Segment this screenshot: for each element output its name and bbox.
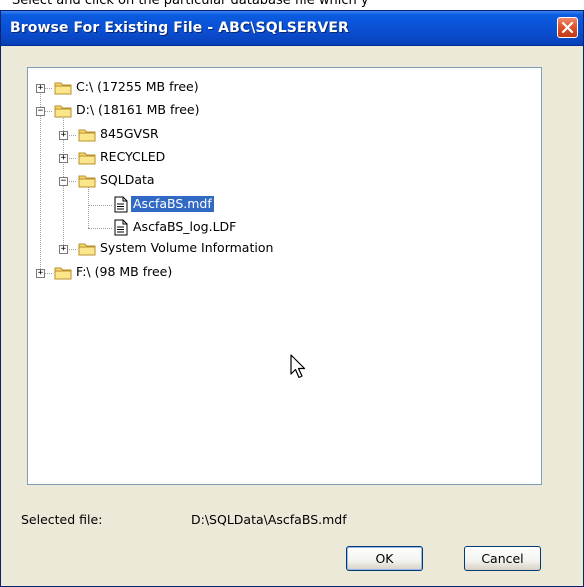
- folder-icon: [78, 152, 96, 165]
- title-bar[interactable]: Browse For Existing File - ABC\SQLSERVER: [1, 11, 583, 46]
- collapse-toggle[interactable]: −: [59, 177, 68, 186]
- file-icon: [114, 196, 128, 213]
- folder-icon: [54, 82, 72, 95]
- dialog-title: Browse For Existing File - ABC\SQLSERVER: [10, 20, 349, 36]
- collapse-toggle[interactable]: −: [36, 107, 45, 116]
- close-icon: [561, 21, 574, 34]
- tree-item-d-drive[interactable]: D:\ (18161 MB free): [74, 102, 202, 118]
- expand-toggle[interactable]: +: [36, 84, 45, 93]
- mouse-pointer-icon: [290, 354, 306, 379]
- selected-file-label: Selected file:: [21, 512, 103, 527]
- close-button[interactable]: [557, 17, 578, 38]
- tree-item-sqldata[interactable]: SQLData: [98, 172, 157, 188]
- folder-icon: [54, 267, 72, 280]
- expand-toggle[interactable]: +: [36, 269, 45, 278]
- tree-item-f-drive[interactable]: F:\ (98 MB free): [74, 264, 174, 280]
- folder-icon: [78, 243, 96, 256]
- file-icon: [114, 219, 128, 236]
- folder-icon: [54, 105, 72, 118]
- background-caption-text: Select and click on the particular datab…: [12, 0, 369, 8]
- selected-file-path: D:\SQLData\AscfaBS.mdf: [191, 512, 347, 527]
- folder-icon: [78, 129, 96, 142]
- tree-item-system-volume-information[interactable]: System Volume Information: [98, 240, 275, 256]
- cancel-button-label: Cancel: [481, 551, 524, 566]
- file-tree[interactable]: + C:\ (17255 MB free) − D:\ (18161 MB fr…: [27, 67, 542, 485]
- tree-connector: [88, 205, 112, 207]
- browse-file-dialog: Browse For Existing File - ABC\SQLSERVER…: [0, 10, 584, 587]
- ok-button-label: OK: [375, 551, 394, 566]
- expand-toggle[interactable]: +: [59, 245, 68, 254]
- expand-toggle[interactable]: +: [59, 154, 68, 163]
- cancel-button[interactable]: Cancel: [464, 546, 541, 571]
- ok-button[interactable]: OK: [346, 546, 423, 571]
- tree-connector: [88, 228, 112, 230]
- tree-item-845gvsr[interactable]: 845GVSR: [98, 126, 161, 142]
- tree-item-ascfabs-log-ldf[interactable]: AscfaBS_log.LDF: [131, 219, 238, 235]
- expand-toggle[interactable]: +: [59, 131, 68, 140]
- tree-item-recycled[interactable]: RECYCLED: [98, 149, 167, 165]
- tree-item-c-drive[interactable]: C:\ (17255 MB free): [74, 79, 201, 95]
- tree-item-ascfabs-mdf[interactable]: AscfaBS.mdf: [130, 195, 215, 213]
- folder-icon: [78, 175, 96, 188]
